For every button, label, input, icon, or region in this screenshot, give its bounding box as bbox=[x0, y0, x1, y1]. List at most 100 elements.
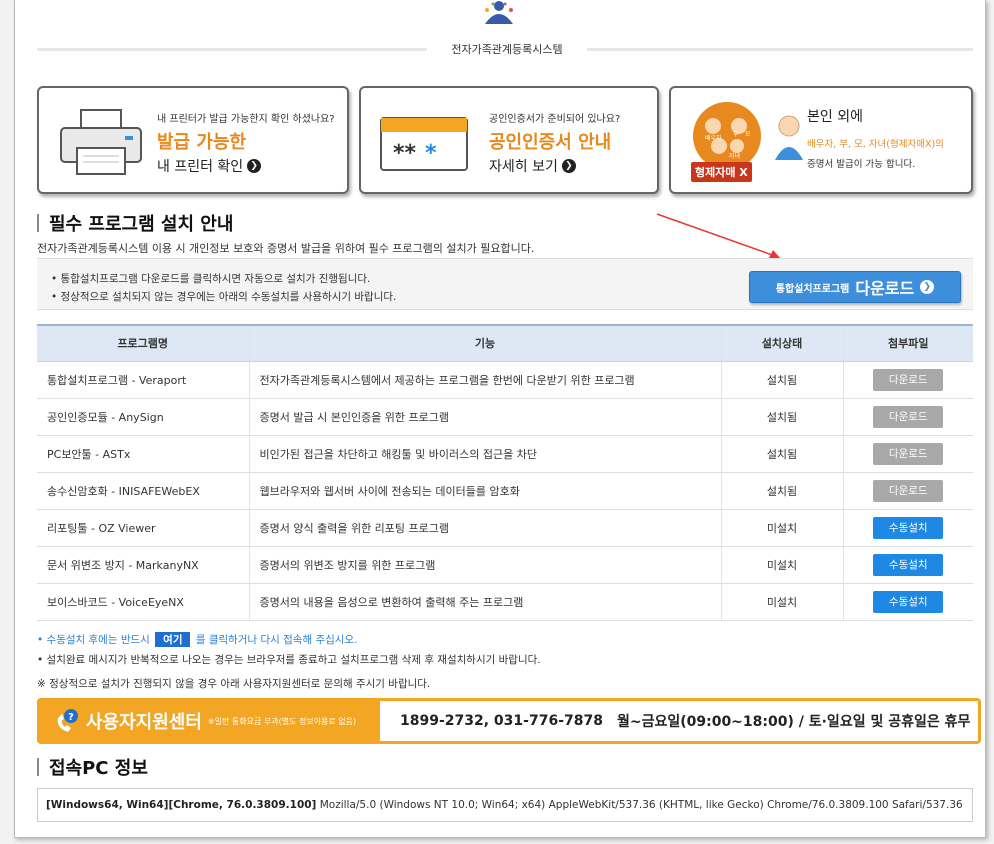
support-center-label-box: ? 사용자지원센터 ※일반 통화요금 부과(별도 정보이용료 없음) bbox=[40, 701, 380, 741]
program-name: 통합설치프로그램 - Veraport bbox=[37, 361, 250, 399]
pc-environment: [Windows64, Win64][Chrome, 76.0.3809.100… bbox=[46, 799, 317, 811]
family-label: 모 bbox=[745, 131, 751, 138]
integrated-download-button[interactable]: 통합설치프로그램 다운로드 ❯ bbox=[749, 271, 961, 303]
install-description: 전자가족관계등록시스템 이용 시 개인정보 보호와 증명서 발급을 위하여 필수… bbox=[37, 242, 535, 255]
title-bar bbox=[37, 758, 39, 776]
family-label: 배우자 bbox=[705, 134, 722, 142]
red-annotation-arrow-icon bbox=[656, 213, 781, 259]
support-contact-info: 1899-2732, 031-776-7878 월~금요일(09:00~18:0… bbox=[400, 701, 970, 741]
file-download-button[interactable]: 다운로드 bbox=[873, 405, 944, 428]
reinstall-note: • 설치완료 메시지가 반복적으로 나오는 경우는 브라우저를 종료하고 설치프… bbox=[37, 654, 541, 666]
program-function: 비인가된 접근을 차단하고 해킹툴 및 바이러스의 접근을 차단 bbox=[249, 435, 722, 473]
header-divider bbox=[587, 48, 973, 51]
manual-install-button[interactable]: 수동설치 bbox=[873, 553, 944, 576]
svg-text:**: ** bbox=[393, 141, 417, 166]
table-row: 공인인증모듈 - AnySign 증명서 발급 시 본인인증을 위한 프로그램 … bbox=[37, 398, 973, 436]
notice-item: • 통합설치프로그램 다운로드를 클릭하시면 자동으로 설치가 진행됩니다. bbox=[51, 273, 371, 285]
column-header: 첨부파일 bbox=[843, 324, 973, 362]
column-header: 기능 bbox=[249, 324, 722, 362]
notice-item: • 정상적으로 설치되지 않는 경우에는 아래의 수동설치를 사용하시기 바랍니… bbox=[51, 291, 397, 303]
pc-info-title-text: 접속PC 정보 bbox=[49, 758, 148, 779]
column-header: 프로그램명 bbox=[37, 324, 250, 362]
program-name: PC보안툴 - ASTx bbox=[37, 435, 250, 473]
program-function: 웹브라우저와 웹서버 사이에 전송되는 데이터들를 암호화 bbox=[249, 472, 722, 510]
table-row: 리포팅툴 - OZ Viewer 증명서 양식 출력을 위한 리포팅 프로그램 … bbox=[37, 509, 973, 547]
family-label: 자녀 bbox=[729, 152, 740, 160]
header-divider bbox=[37, 48, 427, 51]
family-label: 부 bbox=[733, 131, 739, 138]
banner-main: 공인인증서 안내 bbox=[489, 132, 612, 153]
install-status: 설치됨 bbox=[721, 472, 844, 510]
program-name: 송수신암호화 - INISAFEWebEX bbox=[37, 472, 250, 510]
program-name: 문서 위변조 방지 - MarkanyNX bbox=[37, 546, 250, 584]
manual-install-button[interactable]: 수동설치 bbox=[873, 516, 944, 539]
banner-sub: 공인인증서가 준비되어 있나요? bbox=[489, 114, 621, 125]
install-section-title: 필수 프로그램 설치 안내 bbox=[37, 210, 233, 236]
table-row: PC보안툴 - ASTx 비인가된 접근을 차단하고 해킹툴 및 바이러스의 접… bbox=[37, 435, 973, 473]
support-contact-note: ※ 정상적으로 설치가 진행되지 않을 경우 아래 사용자지원센터로 문의해 주… bbox=[37, 678, 431, 690]
install-status: 미설치 bbox=[721, 583, 844, 621]
table-header-row: 프로그램명 기능 설치상태 첨부파일 bbox=[37, 324, 973, 362]
install-status: 설치됨 bbox=[721, 435, 844, 473]
install-notice-box: • 통합설치프로그램 다운로드를 클릭하시면 자동으로 설치가 진행됩니다. •… bbox=[37, 258, 973, 310]
printer-icon bbox=[60, 109, 142, 175]
program-function: 증명서 양식 출력을 위한 리포팅 프로그램 bbox=[249, 509, 722, 547]
certificate-password-icon: ** * bbox=[380, 117, 468, 171]
manual-install-button[interactable]: 수동설치 bbox=[873, 590, 944, 613]
note-text: 를 클릭하거나 다시 접속해 주십시오. bbox=[195, 634, 358, 646]
banner-main: 발급 가능한 bbox=[157, 132, 247, 153]
table-row: 통합설치프로그램 - Veraport 전자가족관계등록시스템에서 제공하는 프… bbox=[37, 361, 973, 399]
file-download-button[interactable]: 다운로드 bbox=[873, 368, 944, 391]
banner-sub: 내 프린터가 발급 가능한지 확인 하셨나요? bbox=[157, 114, 335, 125]
install-status: 미설치 bbox=[721, 546, 844, 584]
program-function: 전자가족관계등록시스템에서 제공하는 프로그램을 한번에 다운받기 위한 프로그… bbox=[249, 361, 722, 399]
svg-text:*: * bbox=[425, 141, 437, 166]
here-button[interactable]: 여기 bbox=[155, 632, 191, 647]
arrow-right-icon: ❯ bbox=[247, 159, 262, 173]
banner-main: 본인 외에 bbox=[807, 109, 863, 125]
certificate-guide-banner[interactable]: ** * 공인인증서가 준비되어 있나요? 공인인증서 안내 자세히 보기 ❯ bbox=[359, 86, 659, 194]
arrow-right-icon: ❯ bbox=[920, 280, 935, 294]
program-function: 증명서의 내용을 음성으로 변환하여 출력해 주는 프로그램 bbox=[249, 583, 722, 621]
person-icon bbox=[775, 115, 803, 160]
certificate-detail-link[interactable]: 자세히 보기 ❯ bbox=[489, 156, 576, 176]
install-status: 설치됨 bbox=[721, 398, 844, 436]
banner-family-list: 배우자, 부, 모, 자녀(형제자매X)의 bbox=[807, 139, 944, 150]
support-center-title: 사용자지원센터 bbox=[86, 712, 202, 733]
printer-check-link[interactable]: 내 프린터 확인 ❯ bbox=[157, 156, 262, 176]
page-frame: 전자가족관계등록시스템 내 프린터가 발급 가능한지 확인 하셨나요? 발급 가… bbox=[14, 0, 986, 838]
table-row: 송수신암호화 - INISAFEWebEX 웹브라우저와 웹서버 사이에 전송되… bbox=[37, 472, 973, 510]
svg-text:?: ? bbox=[68, 712, 74, 723]
column-header: 설치상태 bbox=[721, 324, 844, 362]
family-issue-banner: 배우자 부 모 자녀 형제자매 X 본인 외에 배우자, 부, 모, 자녀(형제… bbox=[669, 86, 973, 194]
pc-info-box: [Windows64, Win64][Chrome, 76.0.3809.100… bbox=[37, 788, 973, 822]
support-center-sub: ※일반 통화요금 부과(별도 정보이용료 없음) bbox=[207, 716, 357, 726]
download-button-small-label: 통합설치프로그램 bbox=[775, 283, 850, 295]
install-status: 설치됨 bbox=[721, 361, 844, 399]
title-bar bbox=[37, 214, 39, 232]
banner-family-desc: 증명서 발급이 가능 합니다. bbox=[807, 159, 916, 170]
file-download-button[interactable]: 다운로드 bbox=[873, 479, 944, 502]
install-title-text: 필수 프로그램 설치 안내 bbox=[49, 214, 234, 235]
note-text: • 수동설치 후에는 반드시 bbox=[37, 634, 150, 646]
user-agent: Mozilla/5.0 (Windows NT 10.0; Win64; x64… bbox=[319, 799, 963, 811]
arrow-right-icon: ❯ bbox=[561, 159, 576, 173]
support-phones: 1899-2732, 031-776-7878 bbox=[400, 713, 603, 729]
program-name: 공인인증모듈 - AnySign bbox=[37, 398, 250, 436]
file-download-button[interactable]: 다운로드 bbox=[873, 442, 944, 465]
program-function: 증명서의 위변조 방지를 위한 프로그램 bbox=[249, 546, 722, 584]
phone-icon: ? bbox=[57, 709, 78, 732]
program-function: 증명서 발급 시 본인인증을 위한 프로그램 bbox=[249, 398, 722, 436]
manual-install-note: • 수동설치 후에는 반드시 여기 를 클릭하거나 다시 접속해 주십시오. bbox=[37, 632, 357, 647]
program-name: 리포팅툴 - OZ Viewer bbox=[37, 509, 250, 547]
system-title: 전자가족관계등록시스템 bbox=[451, 43, 563, 56]
program-name: 보이스바코드 - VoiceEyeNX bbox=[37, 583, 250, 621]
table-row: 문서 위변조 방지 - MarkanyNX 증명서의 위변조 방지를 위한 프로… bbox=[37, 546, 973, 584]
program-table: 프로그램명 기능 설치상태 첨부파일 통합설치프로그램 - Veraport 전… bbox=[37, 324, 973, 621]
banner-link-label: 내 프린터 확인 bbox=[157, 159, 244, 175]
install-status: 미설치 bbox=[721, 509, 844, 547]
printer-check-banner[interactable]: 내 프린터가 발급 가능한지 확인 하셨나요? 발급 가능한 내 프린터 확인 … bbox=[37, 86, 349, 194]
logo-icon bbox=[485, 1, 513, 24]
pc-info-section-title: 접속PC 정보 bbox=[37, 754, 148, 780]
table-row: 보이스바코드 - VoiceEyeNX 증명서의 내용을 음성으로 변환하여 출… bbox=[37, 583, 973, 621]
